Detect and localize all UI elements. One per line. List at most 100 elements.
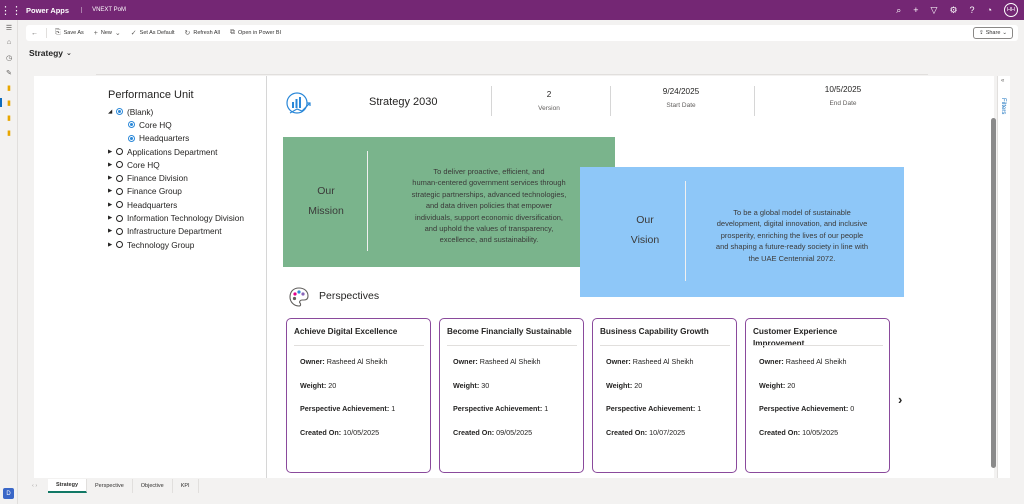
tab-kpi[interactable]: KPI [172,479,199,493]
radio-icon[interactable] [116,161,123,169]
radio-icon[interactable] [116,241,123,249]
expand-right-icon[interactable]: ▶ [108,188,116,194]
slicer-item-label: (Blank) [127,106,154,117]
gear-icon[interactable]: ⚙ [949,5,957,16]
divider [96,74,928,75]
field-value: 09/05/2025 [496,428,533,438]
field-label: Weight: [759,380,786,390]
home-icon[interactable]: ⌂ [0,35,18,50]
expand-right-icon[interactable]: ▶ [108,228,116,234]
radio-icon[interactable] [116,187,123,195]
palette-icon [289,287,309,307]
field-value: 20 [787,380,796,390]
filter-icon[interactable]: ▽ [931,5,938,16]
divider [610,86,611,116]
radio-icon[interactable] [128,121,135,129]
avatar[interactable]: HH [1004,3,1018,17]
waffle-icon[interactable]: ⋮⋮ [0,0,22,20]
statement-line: human-centered government services throu… [412,178,566,188]
perspective-card[interactable]: Business Capability Growth Owner: Rasheed… [592,318,737,473]
pin-icon[interactable]: ✎ [0,65,18,80]
divider [600,345,730,346]
slicer-item[interactable]: Core HQ [108,118,244,131]
chevron-left-icon[interactable]: « [1001,78,1004,84]
perspective-card[interactable]: Become Financially Sustainable Owner: Ras… [439,318,584,473]
powerbi-report-icon[interactable]: ▮ [0,80,18,95]
powerbi-report-icon[interactable]: ▮ [0,95,18,110]
perspective-card[interactable]: Customer Experience Improvement Owner: Ra… [745,318,890,473]
open-power-bi-button[interactable]: ⧉ Open in Power BI [225,25,286,41]
back-button[interactable]: ← [26,25,43,41]
slicer-item[interactable]: ▶ Core HQ [108,158,244,171]
statement-line: development, digital innovation, and inc… [716,219,868,229]
radio-icon[interactable] [116,214,123,222]
slicer-item-label: Finance Division [127,173,188,184]
slicer-item[interactable]: ◢ (Blank) [108,105,244,118]
expand-down-icon[interactable]: ◢ [108,109,116,115]
card-field-owner: Owner: Rasheed Al Sheikh [453,357,541,366]
set-default-button[interactable]: ✓ Set As Default [126,25,180,41]
tab-perspective[interactable]: Perspective [87,479,133,493]
start-date-value: 9/24/2025 [662,87,700,96]
field-label: Owner: [759,357,784,366]
slicer-item[interactable]: ▶ Headquarters [108,198,244,211]
powerbi-report-icon[interactable]: ▮ [0,125,18,140]
plus-icon: + [93,29,98,37]
card-field-achievement: Perspective Achievement: 0 [759,404,854,413]
powerbi-report-icon[interactable]: ▮ [0,110,18,125]
field-value: 30 [481,380,490,390]
expand-right-icon[interactable]: ▶ [108,175,116,181]
chevron-right-icon[interactable]: › [898,392,902,407]
plus-icon[interactable]: + [913,5,918,15]
page-title[interactable]: Strategy ⌄ [29,48,72,58]
open-external-icon: ⧉ [230,29,235,36]
tab-nav-arrows[interactable]: ‹ › [26,483,48,489]
radio-icon[interactable] [128,134,135,142]
tab-objective[interactable]: Objective [132,479,173,493]
radio-icon[interactable] [116,227,123,235]
tab-strategy[interactable]: Strategy [48,479,88,493]
expand-right-icon[interactable]: ▶ [108,202,116,208]
search-icon[interactable]: ⌕ [896,5,901,16]
slicer-item[interactable]: ▶ Information Technology Division [108,211,244,224]
field-label: Perspective Achievement: [606,404,696,414]
field-value: 20 [328,380,337,390]
expand-right-icon[interactable]: ▶ [108,162,116,168]
expand-right-icon[interactable]: ▶ [108,242,116,248]
radio-icon[interactable] [116,108,123,116]
area-switcher-icon[interactable]: D [3,488,14,499]
share-button[interactable]: ⇪ Share ⌄ [973,27,1013,39]
expand-right-icon[interactable]: ▶ [108,149,116,155]
slicer-item[interactable]: Headquarters [108,132,244,145]
vision-panel: Our Vision To be a global model of susta… [580,167,904,297]
expand-right-icon[interactable]: ▶ [108,215,116,221]
card-title: Become Financially Sustainable [447,327,572,336]
perspective-card[interactable]: Achieve Digital Excellence Owner: Rasheed… [286,318,431,473]
field-label: Perspective Achievement: [759,404,849,414]
field-label: Created On: [759,428,801,438]
save-as-button[interactable]: ⎘ Save As [50,25,89,41]
assistant-icon[interactable]: ◔ [987,5,992,15]
refresh-all-button[interactable]: ↻ Refresh All [180,25,225,41]
radio-icon[interactable] [116,148,123,156]
hamburger-icon[interactable]: ☰ [0,20,18,35]
filters-label[interactable]: Filters [1000,98,1006,114]
version-label: Version [538,105,560,112]
scrollbar[interactable] [991,118,996,468]
slicer-item[interactable]: ▶ Finance Division [108,171,244,184]
new-button[interactable]: + New ⌄ [89,25,126,41]
help-icon[interactable]: ? [970,5,975,15]
slicer-item[interactable]: ▶ Applications Department [108,145,244,158]
slicer-item[interactable]: ▶ Infrastructure Department [108,225,244,238]
slicer-item[interactable]: ▶ Technology Group [108,238,244,251]
recent-icon[interactable]: ◷ [0,50,18,65]
field-value: 1 [697,404,702,414]
field-value: 20 [634,380,643,390]
filters-pane[interactable]: « Filters [997,76,1010,478]
slicer-item-label: Headquarters [139,133,190,144]
app-name[interactable]: Power Apps [26,6,69,15]
radio-icon[interactable] [116,201,123,209]
radio-icon[interactable] [116,174,123,182]
card-field-owner: Owner: Rasheed Al Sheikh [759,357,847,366]
slicer-item[interactable]: ▶ Finance Group [108,185,244,198]
